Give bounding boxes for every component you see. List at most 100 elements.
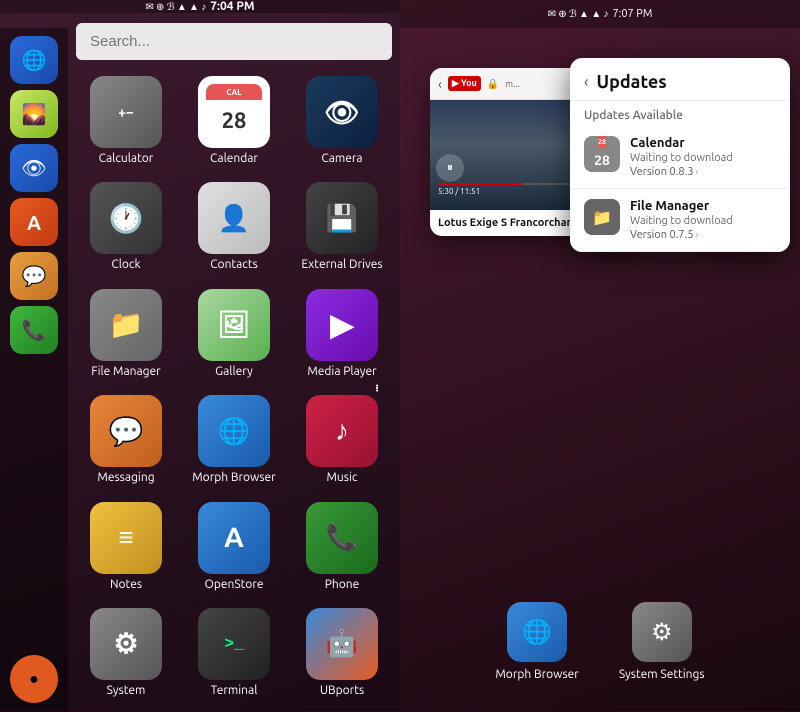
app-grid: +− Calculator CAL 28 Calendar 👁 [76, 72, 392, 702]
more-options-button[interactable]: ··· [368, 384, 388, 391]
ubuntu-icon: ● [29, 670, 39, 689]
app-label-files: File Manager [91, 365, 160, 379]
back-button[interactable]: ‹ [438, 76, 442, 92]
gallery-icon: 🌄 [22, 102, 47, 126]
drives-icon: 💾 [306, 182, 378, 254]
app-label-camera: Camera [321, 152, 362, 166]
update-version-filemanager: Version 0.7.5 › [630, 229, 776, 241]
right-time: 7:07 PM [612, 8, 652, 20]
right-status-bar: ✉ ⊕ ℬ ▲ ▲ ♪ 7:07 PM [400, 0, 800, 28]
dock-item-morph[interactable]: 🌐 Morph Browser [495, 602, 578, 681]
right-phone-panel: ✉ ⊕ ℬ ▲ ▲ ♪ 7:07 PM ‹ ▶ You 🔒 m... ▶ You… [400, 0, 800, 711]
left-status-bar: ✉ ⊕ ℬ ▲ ▲ ♪ 7:04 PM [0, 0, 400, 13]
calculator-icon: +− [90, 76, 162, 148]
progress-fill [438, 183, 523, 185]
url-text: m... [505, 79, 519, 89]
app-label-messaging: Messaging [97, 471, 154, 485]
app-item-music[interactable]: ♪ Music [292, 391, 392, 489]
updates-available-label: Updates Available [570, 101, 790, 126]
messaging-app-icon: 💬 [90, 395, 162, 467]
terminal-icon: >_ [198, 608, 270, 680]
browser-icon: 🌐 [22, 48, 47, 72]
updates-back-button[interactable]: ‹ [584, 73, 589, 91]
dock-item-settings[interactable]: ⚙ System Settings [619, 602, 705, 681]
app-item-external-drives[interactable]: 💾 External Drives [292, 178, 392, 276]
app-item-openstore[interactable]: A OpenStore [184, 498, 284, 596]
camera-icon: 👁 [21, 156, 46, 180]
cards-area: ‹ ▶ You 🔒 m... ▶ YouTube ⏸ 5:3 [400, 28, 800, 581]
calendar-icon: CAL 28 [198, 76, 270, 148]
app-label-drives: External Drives [301, 258, 382, 272]
app-item-contacts[interactable]: 👤 Contacts [184, 178, 284, 276]
app-item-messaging[interactable]: 💬 Messaging [76, 391, 176, 489]
chevron-right-icon-2: › [696, 230, 699, 240]
phone-app-icon: 📞 [306, 502, 378, 574]
youtube-logo: ▶ You [448, 76, 481, 91]
bottom-dock: 🌐 Morph Browser ⚙ System Settings [400, 581, 800, 711]
sidebar-item-phone[interactable]: 📞 [10, 306, 58, 354]
app-label-contacts: Contacts [210, 258, 258, 272]
app-item-camera[interactable]: 👁 Camera [292, 72, 392, 170]
sidebar-item-camera[interactable]: 👁 [10, 144, 58, 192]
app-item-calendar[interactable]: CAL 28 Calendar [184, 72, 284, 170]
gallery-app-icon: 🖼 [198, 289, 270, 361]
phone-icon: 📞 [22, 318, 47, 342]
updates-card[interactable]: ‹ Updates Updates Available 28 28 Calend… [570, 58, 790, 252]
update-name-calendar: Calendar [630, 136, 776, 150]
status-icons-right: ✉ ⊕ ℬ ▲ ▲ ♪ [548, 8, 609, 20]
files-icon: 📁 [90, 289, 162, 361]
update-status-calendar: Waiting to download [630, 152, 776, 164]
search-input[interactable] [76, 23, 392, 60]
dock-morph-icon: 🌐 [507, 602, 567, 662]
app-label-notes: Notes [110, 578, 142, 592]
app-item-ubports[interactable]: 🤖 UBports [292, 604, 392, 702]
media-icon: ▶ [306, 289, 378, 361]
app-label-gallery: Gallery [215, 365, 253, 379]
sidebar-item-messaging[interactable]: 💬 [10, 252, 58, 300]
left-phone-panel: ✉ ⊕ ℬ ▲ ▲ ♪ 7:04 PM 🌐 🌄 👁 A 💬 📞 ● [0, 0, 400, 711]
app-label-music: Music [327, 471, 358, 485]
app-label-clock: Clock [111, 258, 140, 272]
app-label-media: Media Player [307, 365, 376, 379]
app-label-terminal: Terminal [211, 684, 258, 698]
openstore-icon: A [198, 502, 270, 574]
dock-settings-icon: ⚙ [632, 602, 692, 662]
app-item-media-player[interactable]: ▶ Media Player [292, 285, 392, 383]
play-pause-button[interactable]: ⏸ [436, 154, 464, 182]
app-item-file-manager[interactable]: 📁 File Manager [76, 285, 176, 383]
update-item-filemanager[interactable]: 📁 File Manager Waiting to download Versi… [570, 189, 790, 252]
contacts-icon: 👤 [198, 182, 270, 254]
update-name-filemanager: File Manager [630, 199, 776, 213]
sidebar-item-gallery[interactable]: 🌄 [10, 90, 58, 138]
app-item-terminal[interactable]: >_ Terminal [184, 604, 284, 702]
update-version-calendar: Version 0.8.3 › [630, 166, 776, 178]
updates-header: ‹ Updates [570, 58, 790, 101]
ubports-icon: 🤖 [306, 608, 378, 680]
notes-icon: ≡ [90, 502, 162, 574]
app-drawer: +− Calculator CAL 28 Calendar 👁 [68, 13, 400, 712]
app-item-morph-browser[interactable]: 🌐 Morph Browser [184, 391, 284, 489]
app-item-phone[interactable]: 📞 Phone [292, 498, 392, 596]
left-time: 7:04 PM [210, 0, 254, 13]
app-label-system: System [107, 684, 146, 698]
sidebar-item-browser[interactable]: 🌐 [10, 36, 58, 84]
sidebar-ubuntu-button[interactable]: ● [10, 655, 58, 703]
update-status-filemanager: Waiting to download [630, 215, 776, 227]
update-item-calendar[interactable]: 28 28 Calendar Waiting to download Versi… [570, 126, 790, 189]
app-item-calculator[interactable]: +− Calculator [76, 72, 176, 170]
app-label-ubports: UBports [320, 684, 364, 698]
update-filemanager-icon: 📁 [584, 199, 620, 235]
app-item-system[interactable]: ⚙ System [76, 604, 176, 702]
store-icon: A [27, 211, 41, 234]
sidebar-item-store[interactable]: A [10, 198, 58, 246]
clock-icon: 🕐 [90, 182, 162, 254]
app-item-gallery[interactable]: 🖼 Gallery [184, 285, 284, 383]
chevron-right-icon: › [696, 167, 699, 177]
system-icon: ⚙ [90, 608, 162, 680]
music-icon: ♪ [306, 395, 378, 467]
app-item-notes[interactable]: ≡ Notes [76, 498, 176, 596]
app-item-clock[interactable]: 🕐 Clock [76, 178, 176, 276]
app-label-calendar: Calendar [210, 152, 258, 166]
dock-label-morph: Morph Browser [495, 668, 578, 681]
status-icons-left: ✉ ⊕ ℬ ▲ ▲ ♪ [145, 1, 206, 13]
